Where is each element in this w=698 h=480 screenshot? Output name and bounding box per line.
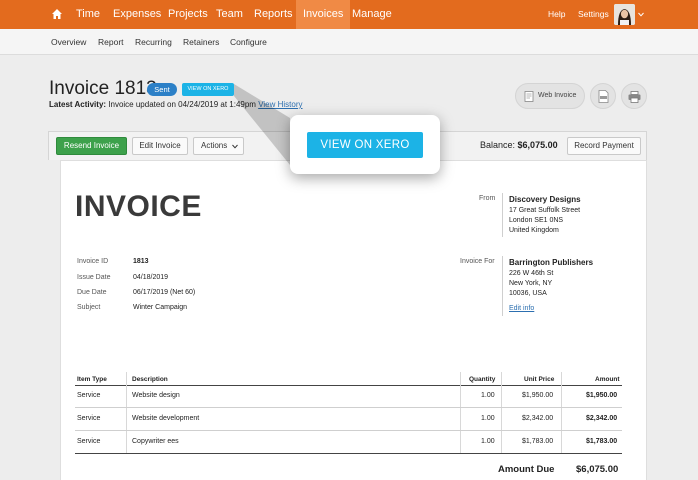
view-on-xero-callout-button[interactable]: VIEW ON XERO [307, 132, 423, 158]
callout-pointer [234, 84, 290, 165]
